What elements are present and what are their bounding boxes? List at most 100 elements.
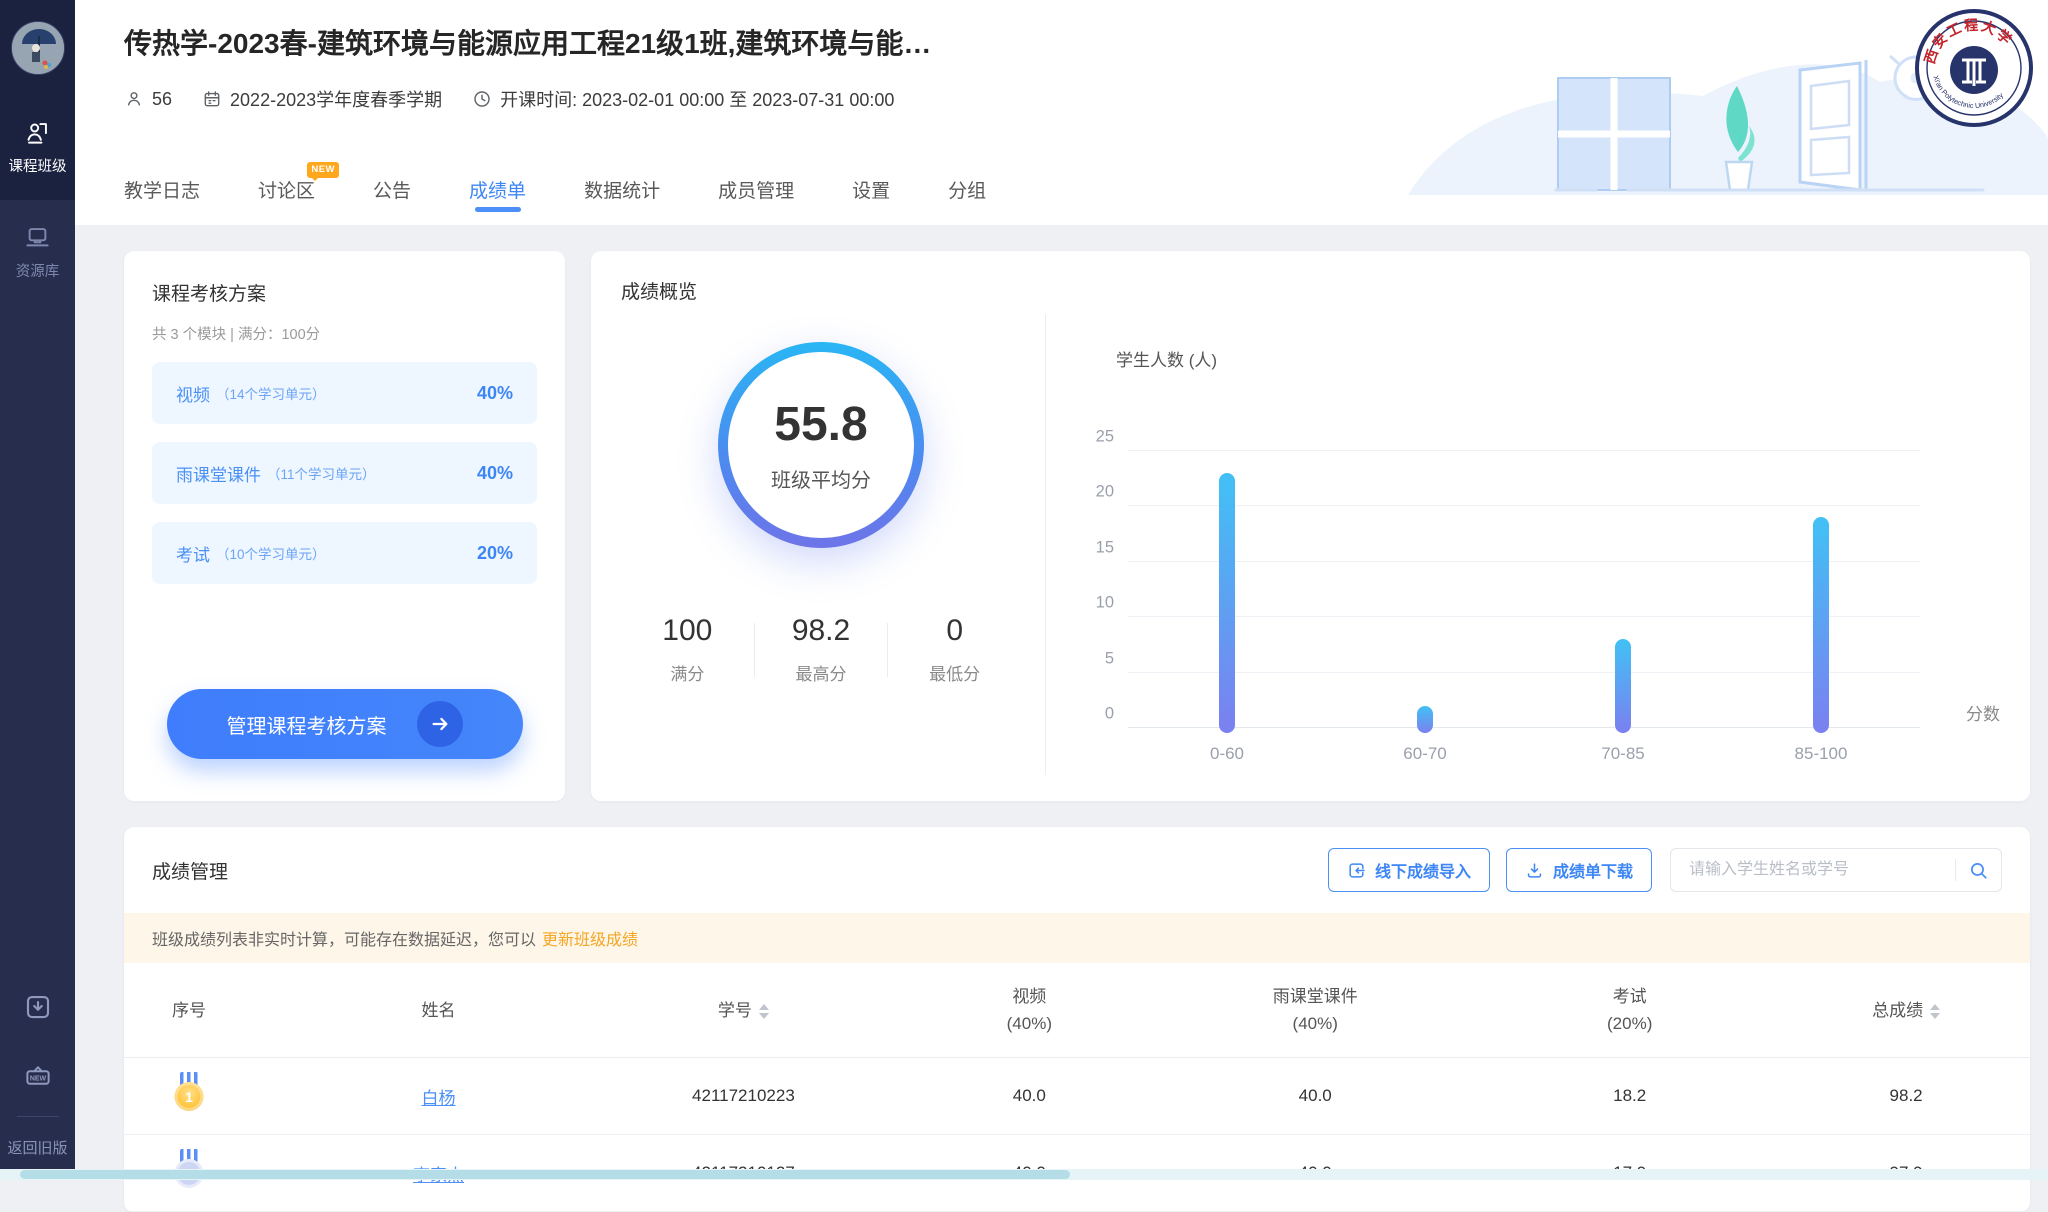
class-average-value: 55.8 [774,397,867,452]
tab-gradebook[interactable]: 成绩单 [469,159,526,225]
y-axis-tick: 15 [1072,538,1114,557]
module-row-exam[interactable]: 考试 （10个学习单元） 20% [152,522,537,584]
grade-delay-notice: 班级成绩列表非实时计算，可能存在数据延迟，您可以更新班级成绩 [124,913,2030,963]
student-count: 56 [124,89,172,110]
class-average-label: 班级平均分 [771,464,871,493]
manage-assessment-button[interactable]: 管理课程考核方案 [167,689,523,759]
sort-student-id[interactable] [759,1004,769,1019]
bar-60-70[interactable] [1417,706,1433,733]
module-percent: 40% [477,463,513,484]
stat-lowest: 0 最低分 [888,614,1021,685]
content: 课程考核方案 共 3 个模块 | 满分：100分 视频 （14个学习单元） 40… [75,225,2048,1212]
col-video: 视频(40%) [905,963,1153,1058]
grade-management-card: 成绩管理 线下成绩导入 成绩单下载 [124,827,2030,1212]
module-row-courseware[interactable]: 雨课堂课件 （11个学习单元） 40% [152,442,537,504]
gridline [1128,727,1920,728]
table-row: 1 白杨 42117210223 40.0 40.0 18.2 98.2 [124,1058,2030,1135]
sidebar-item-label: 资源库 [16,260,60,281]
x-axis-label: 0-60 [1210,744,1244,764]
sidebar-item-course-class[interactable]: 课程班级 [0,95,75,200]
col-courseware: 雨课堂课件(40%) [1153,963,1477,1058]
tab-members[interactable]: 成员管理 [718,159,794,225]
svg-text:NEW: NEW [29,1075,46,1082]
search-icon[interactable] [1968,860,1989,881]
module-row-video[interactable]: 视频 （14个学习单元） 40% [152,362,537,424]
video-score: 40.0 [905,1058,1153,1135]
laptop-icon [24,224,51,251]
col-name: 姓名 [296,963,582,1058]
bar-85-100[interactable] [1813,517,1829,733]
back-to-old-version-link[interactable]: 返回旧版 [7,1137,67,1158]
stat-full-score: 100 满分 [621,614,754,685]
col-student-id: 学号 [581,963,905,1058]
tab-bar: 教学日志 讨论区NEW 公告 成绩单 数据统计 成员管理 设置 分组 [124,159,986,225]
student-search-input[interactable] [1687,860,1947,880]
module-percent: 20% [477,543,513,564]
x-axis-label: 85-100 [1795,744,1848,764]
person-icon [124,89,144,109]
scrollbar-thumb[interactable] [20,1170,1070,1179]
grade-management-header: 成绩管理 线下成绩导入 成绩单下载 [124,827,2030,913]
assessment-subtitle: 共 3 个模块 | 满分：100分 [152,323,537,344]
tab-settings[interactable]: 设置 [852,159,890,225]
stat-highest: 98.2 最高分 [755,614,888,685]
grade-management-title: 成绩管理 [152,857,228,884]
semester: 2022-2023学年度春季学期 [202,86,442,112]
assessment-plan-card: 课程考核方案 共 3 个模块 | 满分：100分 视频 （14个学习单元） 40… [124,251,565,801]
gridline [1128,672,1920,673]
tab-discussion[interactable]: 讨论区NEW [258,159,315,225]
bar-chart-plot: 05101520250-6060-7070-8585-100 [1128,451,1920,728]
gradebook-download-button[interactable]: 成绩单下载 [1506,848,1652,892]
gridline [1128,561,1920,562]
bar-70-85[interactable] [1615,639,1631,733]
sidebar-avatar-area [0,0,75,95]
assessment-title: 课程考核方案 [152,279,537,306]
rank-1-medal: 1 [172,1072,206,1115]
bar-0-60[interactable] [1219,473,1235,733]
student-search-box [1670,848,2002,892]
y-axis-tick: 5 [1072,649,1114,668]
whats-new-icon[interactable]: NEW [23,1060,53,1090]
student-name-link[interactable]: 白杨 [421,1089,455,1108]
horizontal-scrollbar[interactable] [0,1169,2048,1180]
person-card-icon [24,119,51,146]
search-divider [1955,859,1956,881]
import-icon [1347,861,1366,880]
tab-announcement[interactable]: 公告 [373,159,411,225]
overview-title: 成绩概览 [621,277,2030,304]
x-axis-label: 70-85 [1601,744,1644,764]
col-rank: 序号 [124,963,296,1058]
y-axis-tick: 20 [1072,483,1114,502]
arrow-right-icon [417,701,463,747]
total-score: 98.2 [1782,1058,2030,1135]
sort-total[interactable] [1930,1004,1940,1019]
tab-statistics[interactable]: 数据统计 [584,159,660,225]
page-header: 西安工程大学 Xi'an Polytechnic University 传热学-… [75,0,2048,225]
tab-groups[interactable]: 分组 [948,159,986,225]
sidebar-item-label: 课程班级 [9,155,67,176]
download-app-icon[interactable] [23,992,53,1022]
grades-table-header-row: 序号 姓名 学号 视频(40%) 雨课堂课件(40%) 考试(20%) 总成绩 [124,963,2030,1058]
score-stats: 100 满分 98.2 最高分 0 最低分 [621,614,1021,685]
tab-teaching-log[interactable]: 教学日志 [124,159,200,225]
course-meta: 56 2022-2023学年度春季学期 开课时间: 2023-02-01 00:… [124,86,894,112]
main-area: 西安工程大学 Xi'an Polytechnic University 传热学-… [75,0,2048,1212]
col-total: 总成绩 [1782,963,2030,1058]
offline-grade-import-button[interactable]: 线下成绩导入 [1328,848,1490,892]
courseware-score: 40.0 [1153,1058,1477,1135]
update-grades-link[interactable]: 更新班级成绩 [542,932,638,949]
new-badge: NEW [307,162,339,178]
course-time: 开课时间: 2023-02-01 00:00 至 2023-07-31 00:0… [472,86,894,112]
download-icon [1525,861,1544,880]
gridline [1128,616,1920,617]
calendar-icon [202,89,222,109]
average-ring: 55.8 班级平均分 [718,342,924,548]
avatar-image [12,22,64,74]
clock-icon [472,89,492,109]
score-distribution-chart: 学生人数 (人) 05101520250-6060-7070-8585-100 … [1046,304,2030,801]
y-axis-tick: 25 [1072,428,1114,447]
sidebar-item-resource-library[interactable]: 资源库 [0,200,75,305]
page-title: 传热学-2023春-建筑环境与能源应用工程21级1班,建筑环境与能… [124,22,931,62]
user-avatar[interactable] [11,21,65,75]
sidebar-divider [17,1116,59,1117]
